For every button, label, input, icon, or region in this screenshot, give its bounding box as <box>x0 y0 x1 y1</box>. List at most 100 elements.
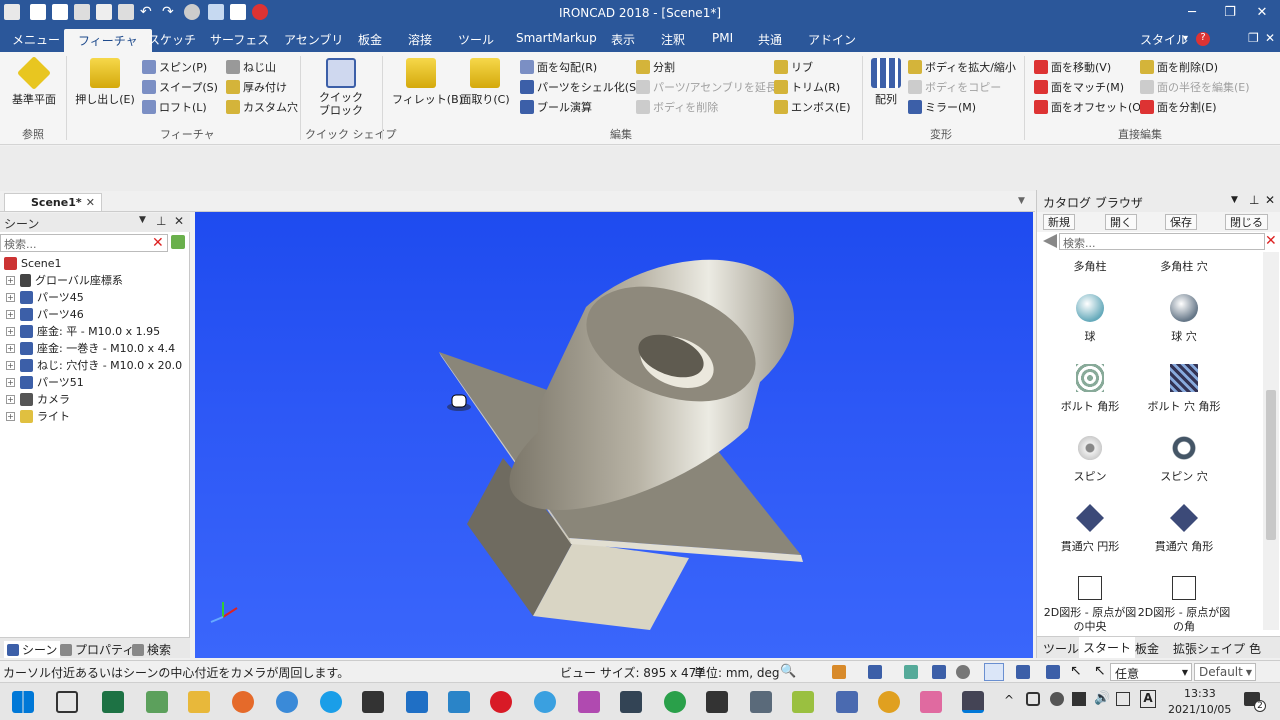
select-arrow-icon[interactable]: ↖ <box>1094 663 1106 679</box>
tab-view[interactable]: 表示 <box>611 31 635 48</box>
expand-icon[interactable]: + <box>6 411 15 421</box>
catalog-clear-search-icon[interactable]: ✕ <box>1265 233 1277 249</box>
file-explorer-icon[interactable] <box>188 691 210 713</box>
network-icon[interactable] <box>1116 692 1130 706</box>
ribbon-restore-button[interactable]: ❐ <box>1248 31 1259 45</box>
tree-item[interactable]: + ライト <box>6 408 70 424</box>
catalog-tab-start[interactable]: スタート <box>1079 637 1136 658</box>
gear-app-icon[interactable] <box>878 691 900 713</box>
display-mode-icon[interactable] <box>984 663 1004 681</box>
opera-icon[interactable] <box>490 691 512 713</box>
calculator-icon[interactable] <box>750 691 772 713</box>
expand-icon[interactable]: + <box>6 275 15 285</box>
delete-body-button[interactable]: ボディを削除 <box>636 98 718 116</box>
quick-block-button[interactable]: クイック ブロック <box>312 58 370 117</box>
tray-icon[interactable] <box>1026 692 1040 706</box>
tree-item[interactable]: + 座金: 平 - M10.0 x 1.95 <box>6 323 160 339</box>
catalog-item[interactable]: 多角柱 穴 <box>1139 258 1229 274</box>
custom-hole-button[interactable]: カスタム穴 <box>226 98 298 116</box>
tray-icon[interactable] <box>1072 692 1086 706</box>
back-arrow-icon[interactable] <box>1043 234 1057 248</box>
expand-icon[interactable]: + <box>6 360 15 370</box>
rib-button[interactable]: リブ <box>774 58 813 76</box>
tree-root-scene[interactable]: Scene1 <box>4 255 62 271</box>
style-select[interactable]: Default ▼ <box>1194 663 1256 681</box>
store-icon[interactable] <box>362 691 384 713</box>
catalog-item[interactable]: 貫通穴 円形 <box>1045 504 1135 554</box>
tree-item[interactable]: + 座金: 一巻き - M10.0 x 4.4 <box>6 340 175 356</box>
scale-body-button[interactable]: ボディを拡大/縮小 <box>908 58 1016 76</box>
catalog-item[interactable]: 2D図形 - 原点が図の角 <box>1135 576 1233 634</box>
panel-close-icon[interactable]: ✕ <box>174 214 184 228</box>
torrent-icon[interactable] <box>664 691 686 713</box>
notepad-icon[interactable] <box>146 691 168 713</box>
fillet-button[interactable]: フィレット(B) <box>392 58 463 107</box>
tree-item[interactable]: + パーツ45 <box>6 289 84 305</box>
tab-surface[interactable]: サーフェス <box>210 31 269 48</box>
media-icon[interactable] <box>578 691 600 713</box>
catalog-search-input[interactable]: 検索... <box>1059 233 1265 250</box>
glasses-icon[interactable] <box>956 665 970 679</box>
tab-menu[interactable]: メニュー <box>12 31 60 48</box>
tree-item[interactable]: + グローバル座標系 <box>6 272 123 288</box>
browser-icon[interactable] <box>534 691 556 713</box>
ribbon-help-icon[interactable]: ? <box>1196 32 1210 46</box>
tree-item[interactable]: + カメラ <box>6 391 70 407</box>
catalog-pin-icon[interactable]: ⊥ <box>1249 193 1259 207</box>
catalog-item[interactable]: 2D図形 - 原点が図の中央 <box>1041 576 1139 634</box>
tray-icon[interactable] <box>1050 692 1064 706</box>
catalog-item[interactable]: 多角柱 <box>1045 258 1135 274</box>
expand-icon[interactable]: + <box>6 343 15 353</box>
catalog-close-button[interactable]: 閉じる <box>1225 214 1268 230</box>
tab-common[interactable]: 共通 <box>758 31 782 48</box>
scene-search-input[interactable]: 検索... <box>0 234 168 252</box>
triad-icon[interactable] <box>904 665 918 679</box>
tab-annotation[interactable]: 注釈 <box>661 31 685 48</box>
thread-button[interactable]: ねじ山 <box>226 58 276 76</box>
catalog-item[interactable]: ボルト 穴 角形 <box>1139 364 1229 414</box>
selection-mode-select[interactable]: 任意 ▼ <box>1110 663 1192 681</box>
catalog-tab-extended[interactable]: 拡張シェイプ <box>1173 640 1245 657</box>
tab-assembly[interactable]: アセンブリ <box>284 31 343 48</box>
minimize-button[interactable]: ─ <box>1174 3 1210 23</box>
excel-icon[interactable] <box>102 691 124 713</box>
chamfer-button[interactable]: 面取り(C) <box>458 58 512 107</box>
clock-date[interactable]: 2021/10/05 <box>1168 703 1231 716</box>
3d-viewport[interactable] <box>195 212 1033 658</box>
tab-scene[interactable]: シーン <box>4 641 61 658</box>
catalog-new-button[interactable]: 新規 <box>1043 214 1075 230</box>
volume-icon[interactable]: 🔊 <box>1094 691 1110 706</box>
expand-icon[interactable]: + <box>6 292 15 302</box>
move-face-button[interactable]: 面を移動(V) <box>1034 58 1111 76</box>
catalog-item[interactable]: スピン 穴 <box>1139 434 1229 484</box>
tab-tools[interactable]: ツール <box>458 31 494 48</box>
catalog-item[interactable]: スピン <box>1045 434 1135 484</box>
mirror-button[interactable]: ミラー(M) <box>908 98 976 116</box>
panel-dropdown-icon[interactable]: ▼ <box>139 215 146 225</box>
trim-button[interactable]: トリム(R) <box>774 78 840 96</box>
pattern-button[interactable]: 配列 <box>868 58 904 107</box>
document-tab[interactable]: Scene1* ✕ <box>4 193 102 212</box>
edge-icon[interactable] <box>320 691 342 713</box>
extrude-button[interactable]: 押し出し(E) <box>74 58 136 107</box>
tree-item[interactable]: + パーツ51 <box>6 374 84 390</box>
ime-icon[interactable]: A <box>1140 690 1156 708</box>
tab-feature[interactable]: フィーチャ <box>64 29 152 52</box>
tab-welding[interactable]: 溶接 <box>408 31 432 48</box>
tab-pmi[interactable]: PMI <box>712 31 733 45</box>
style-dropdown-icon[interactable]: ▾ <box>1183 33 1188 44</box>
notes-icon[interactable] <box>792 691 814 713</box>
catalog-item[interactable]: ボルト 角形 <box>1045 364 1135 414</box>
render-icon[interactable] <box>868 665 882 679</box>
ribbon-close-button[interactable]: ✕ <box>1265 31 1275 45</box>
pin-icon[interactable]: ⊥ <box>156 214 166 228</box>
edit-radius-button[interactable]: 面の半径を編集(E) <box>1140 78 1250 96</box>
catalog-item[interactable]: 貫通穴 角形 <box>1139 504 1229 554</box>
tab-properties[interactable]: プロパティ <box>60 641 134 658</box>
loft-button[interactable]: ロフト(L) <box>142 98 207 116</box>
clock-time[interactable]: 13:33 <box>1184 687 1216 700</box>
tab-addin[interactable]: アドイン <box>808 31 856 48</box>
catalog-dropdown-icon[interactable]: ▼ <box>1231 195 1238 205</box>
catalog-tab-sheetmetal[interactable]: 板金 <box>1135 640 1159 657</box>
task-view-icon[interactable] <box>56 691 78 713</box>
